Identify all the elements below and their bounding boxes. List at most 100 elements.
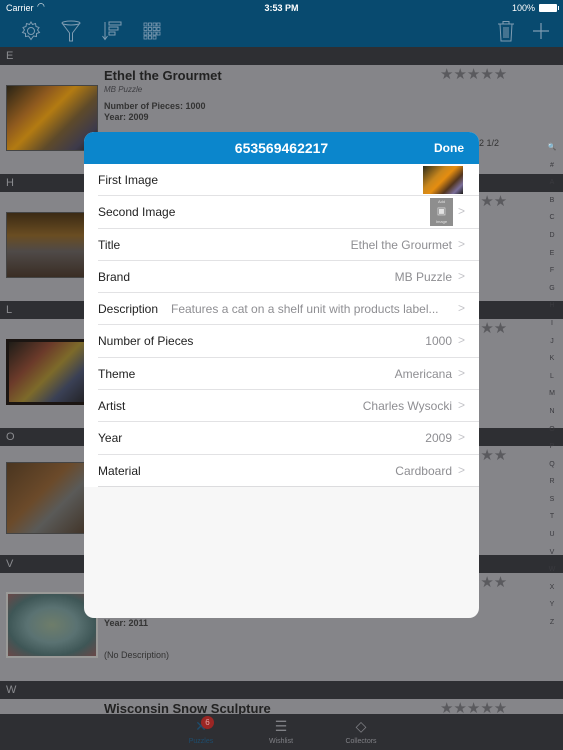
plus-icon[interactable] xyxy=(528,18,554,44)
alpha-index-letter[interactable]: J xyxy=(550,333,554,351)
alphabet-index[interactable]: 🔍 # A B C D E F G H I J K L M N O P Q R S T U V W X Y Z xyxy=(541,139,563,632)
alpha-index-letter[interactable]: # xyxy=(550,157,554,175)
add-image-top-text: Add xyxy=(437,199,446,205)
alpha-index-letter[interactable]: O xyxy=(549,421,554,439)
alpha-index-letter[interactable]: A xyxy=(550,174,555,192)
tab-label: Puzzles xyxy=(188,738,214,745)
row-value: 1000 xyxy=(425,334,452,349)
tab-label: Collectors xyxy=(345,738,377,745)
item-title: Wisconsin Snow Sculpture xyxy=(104,701,271,714)
alpha-index-letter[interactable]: P xyxy=(550,438,555,456)
alpha-index-letter[interactable]: K xyxy=(550,350,555,368)
row-label: First Image xyxy=(98,173,159,187)
row-label: Number of Pieces xyxy=(98,334,194,349)
row-label: Theme xyxy=(98,366,136,381)
chevron-right-icon: > xyxy=(457,236,465,251)
alpha-index-letter[interactable]: Y xyxy=(550,596,555,614)
alpha-index-letter[interactable]: C xyxy=(549,209,554,227)
grid-icon[interactable] xyxy=(139,18,165,44)
detail-table: First Image Second Image Add ▣ Image > T… xyxy=(84,164,479,487)
item-year: Year: 2009 xyxy=(104,112,149,122)
alpha-index-letter[interactable]: V xyxy=(550,544,555,562)
alpha-index-letter[interactable]: N xyxy=(549,403,554,421)
list-item[interactable]: Wisconsin Snow Sculpture ★★★★★ xyxy=(0,699,563,714)
row-value: Ethel the Grourmet xyxy=(350,237,452,252)
tab-bar: ✕ 6 Puzzles ☰ Wishlist ◇ Collectors xyxy=(0,714,563,750)
status-bar: Carrier ◠ 3:53 PM 100% xyxy=(0,0,563,16)
row-label: Brand xyxy=(98,269,131,284)
row-theme[interactable]: Theme Americana > xyxy=(98,358,479,391)
tab-wishlist[interactable]: ☰ Wishlist xyxy=(246,714,316,750)
row-value: MB Puzzle xyxy=(394,269,452,284)
trash-icon[interactable] xyxy=(493,18,519,44)
chevron-right-icon: > xyxy=(457,333,465,348)
alpha-index-letter[interactable]: M xyxy=(549,385,555,403)
tab-puzzles[interactable]: ✕ 6 Puzzles xyxy=(166,714,236,750)
done-button[interactable]: Done xyxy=(434,141,464,155)
row-artist[interactable]: Artist Charles Wysocki > xyxy=(98,390,479,423)
alpha-index-letter[interactable]: B xyxy=(550,192,555,210)
list-icon: ☰ xyxy=(274,718,288,734)
row-value: 2009 xyxy=(425,431,452,446)
item-description: (No Description) xyxy=(104,650,170,660)
puzzle-piece-icon: ✕ xyxy=(195,718,207,734)
row-number-of-pieces[interactable]: Number of Pieces 1000 > xyxy=(98,325,479,358)
item-title: Ethel the Grourmet xyxy=(104,68,222,83)
battery-icon xyxy=(539,4,559,12)
row-year[interactable]: Year 2009 > xyxy=(98,422,479,455)
alpha-index-letter[interactable]: T xyxy=(550,508,554,526)
row-label: Title xyxy=(98,237,121,252)
row-label: Description xyxy=(98,302,159,317)
sort-icon[interactable] xyxy=(99,18,125,44)
alpha-index-letter[interactable]: Z xyxy=(550,614,554,632)
alpha-index-letter[interactable]: W xyxy=(549,561,556,579)
row-material[interactable]: Material Cardboard > xyxy=(98,455,479,487)
chevron-right-icon: > xyxy=(457,462,465,477)
rating-stars[interactable]: ★★★★★ xyxy=(440,65,507,83)
modal-header: 653569462217 Done xyxy=(84,132,479,164)
section-header: E xyxy=(0,47,563,65)
item-year: Year: 2011 xyxy=(104,618,149,628)
badge-count: 6 xyxy=(201,716,214,729)
alpha-index-letter[interactable]: E xyxy=(550,245,555,263)
alpha-index-letter[interactable]: X xyxy=(550,579,555,597)
alpha-index-letter[interactable]: U xyxy=(549,526,554,544)
search-index-icon[interactable]: 🔍 xyxy=(548,139,557,157)
alpha-index-letter[interactable]: F xyxy=(550,262,554,280)
first-image-thumbnail[interactable] xyxy=(423,166,463,194)
chevron-right-icon: > xyxy=(457,204,465,219)
alpha-index-letter[interactable]: L xyxy=(550,368,554,386)
chevron-right-icon: > xyxy=(457,430,465,445)
item-pieces: Number of Pieces: 1000 xyxy=(104,101,206,111)
row-label: Material xyxy=(98,463,141,478)
row-label: Second Image xyxy=(98,205,176,220)
item-brand: MB Puzzle xyxy=(104,85,143,94)
alpha-index-letter[interactable]: D xyxy=(549,227,554,245)
alpha-index-letter[interactable]: S xyxy=(550,491,555,509)
alpha-index-letter[interactable]: G xyxy=(549,280,554,298)
item-detail-modal: 653569462217 Done First Image Second Ima… xyxy=(84,132,479,618)
row-value: Features a cat on a shelf unit with prod… xyxy=(171,302,439,317)
tab-collectors[interactable]: ◇ Collectors xyxy=(326,714,396,750)
alpha-index-letter[interactable]: R xyxy=(549,473,554,491)
rating-stars[interactable]: ★★★★★ xyxy=(440,699,507,714)
row-second-image[interactable]: Second Image Add ▣ Image > xyxy=(98,196,479,229)
gear-icon[interactable] xyxy=(18,18,44,44)
navigation-bar: Carrier ◠ 3:53 PM 100% xyxy=(0,0,563,47)
chevron-right-icon: > xyxy=(457,365,465,380)
row-label: Year xyxy=(98,431,123,446)
add-image-bottom-text: Image xyxy=(435,219,448,225)
row-label: Artist xyxy=(98,399,126,414)
row-value: Charles Wysocki xyxy=(362,399,452,414)
row-brand[interactable]: Brand MB Puzzle > xyxy=(98,261,479,294)
alpha-index-letter[interactable]: Q xyxy=(549,456,554,474)
alpha-index-letter[interactable]: H xyxy=(549,297,554,315)
alpha-index-letter[interactable]: I xyxy=(551,315,553,333)
filter-icon[interactable] xyxy=(58,18,84,44)
add-image-button[interactable]: Add ▣ Image xyxy=(430,198,453,227)
row-title[interactable]: Title Ethel the Grourmet > xyxy=(98,229,479,261)
chevron-right-icon: > xyxy=(457,301,465,316)
row-description[interactable]: Description Features a cat on a shelf un… xyxy=(98,293,479,326)
row-first-image[interactable]: First Image xyxy=(98,164,479,197)
chevron-right-icon: > xyxy=(457,268,465,283)
